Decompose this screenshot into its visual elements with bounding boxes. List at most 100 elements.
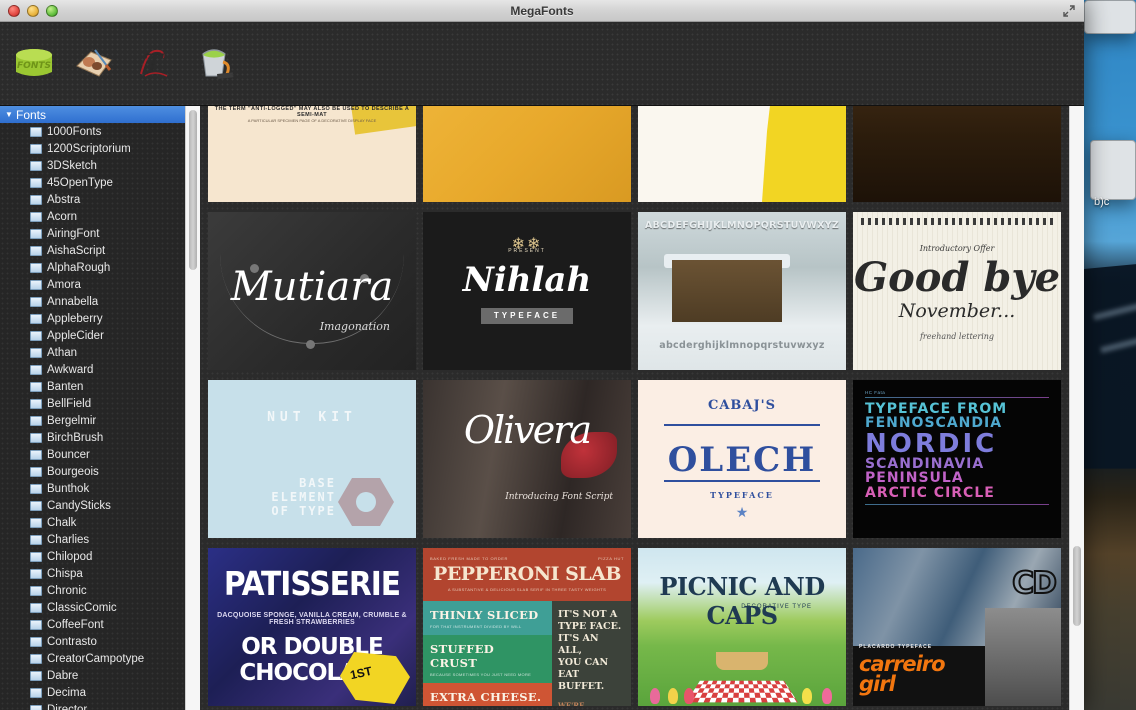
folder-icon xyxy=(30,177,42,188)
sidebar-item-bergelmir[interactable]: Bergelmir xyxy=(0,412,200,429)
sidebar-item-label: Acorn xyxy=(47,210,78,223)
sidebar-item-1200scriptorium[interactable]: 1200Scriptorium xyxy=(0,140,200,157)
sidebar-item-candysticks[interactable]: CandySticks xyxy=(0,497,200,514)
window-titlebar[interactable]: MegaFonts xyxy=(0,0,1084,22)
ornate-t-icon[interactable]: T xyxy=(132,42,176,86)
sidebar-item-1000fonts[interactable]: 1000Fonts xyxy=(0,123,200,140)
sidebar-item-appleberry[interactable]: Appleberry xyxy=(0,310,200,327)
sidebar-item-label: Appleberry xyxy=(47,312,103,325)
sidebar-item-label: Athan xyxy=(47,346,78,359)
font-preview-mutiara[interactable]: Mutiara Imagonation xyxy=(208,212,416,370)
sidebar-item-label: Bunthok xyxy=(47,482,90,495)
sidebar-item-decima[interactable]: Decima xyxy=(0,684,200,701)
content-scrollbar[interactable] xyxy=(1069,106,1084,710)
sidebar-item-aishascript[interactable]: AishaScript xyxy=(0,242,200,259)
sidebar-item-label: Decima xyxy=(47,686,86,699)
sidebar-item-chilopod[interactable]: Chilopod xyxy=(0,548,200,565)
decorative-cabin xyxy=(672,260,782,322)
font-preview-picnic[interactable]: PICNIC AND CAPS DECORATIVE TYPE xyxy=(638,548,846,706)
sidebar-item-chalk[interactable]: Chalk xyxy=(0,514,200,531)
sidebar-item-dabre[interactable]: Dabre xyxy=(0,667,200,684)
specimen-caption: A SUBSTANTIVE & DELICIOUS SLAB SERIF IN … xyxy=(447,587,607,592)
folder-icon xyxy=(30,466,42,477)
sidebar-item-chronic[interactable]: Chronic xyxy=(0,582,200,599)
sidebar-item-airingfont[interactable]: AiringFont xyxy=(0,225,200,242)
sidebar-item-label: 1200Scriptorium xyxy=(47,142,131,155)
specimen-caption: THE TERM "ANTI-LOGGED" MAY ALSO BE USED … xyxy=(214,106,410,118)
sidebar-scrollbar[interactable] xyxy=(185,106,200,710)
minimize-button[interactable] xyxy=(27,5,39,17)
decorative-tulip xyxy=(684,688,694,704)
specimen-side: IT'S NOT A TYPE FACE. IT'S AN ALL, YOU CAN … xyxy=(551,601,631,706)
sidebar-item-bouncer[interactable]: Bouncer xyxy=(0,446,200,463)
sidebar-item-coffeefont[interactable]: CoffeeFont xyxy=(0,616,200,633)
sidebar-item-charlies[interactable]: Charlies xyxy=(0,531,200,548)
font-preview-olech[interactable]: CABAJ'S OLECH TYPEFACE ★ xyxy=(638,380,846,538)
palette-hand-icon[interactable] xyxy=(72,42,116,86)
zoom-button[interactable] xyxy=(46,5,58,17)
folder-icon xyxy=(30,160,42,171)
sidebar-item-bunthok[interactable]: Bunthok xyxy=(0,480,200,497)
font-preview-honeybee[interactable]: honey bee font xyxy=(423,106,631,202)
sidebar-item-acorn[interactable]: Acorn xyxy=(0,208,200,225)
font-preview-patisserie[interactable]: PATISSERIE DACQUOISE SPONGE, VANILLA CRE… xyxy=(208,548,416,706)
folder-icon xyxy=(30,126,42,137)
sidebar-item-chispa[interactable]: Chispa xyxy=(0,565,200,582)
font-preview-carreiro[interactable]: CD PLACARDO TYPEFACE carreiro girl xyxy=(853,548,1061,706)
sidebar-item-banten[interactable]: Banten xyxy=(0,378,200,395)
sidebar-item-label: CoffeeFont xyxy=(47,618,104,631)
sidebar-item-abstra[interactable]: Abstra xyxy=(0,191,200,208)
sidebar-item-birchbrush[interactable]: BirchBrush xyxy=(0,429,200,446)
close-button[interactable] xyxy=(8,5,20,17)
sidebar-item-athan[interactable]: Athan xyxy=(0,344,200,361)
folder-icon xyxy=(30,500,42,511)
sidebar-item-creatorcampotype[interactable]: CreatorCampotype xyxy=(0,650,200,667)
sidebar-item-3dsketch[interactable]: 3DSketch xyxy=(0,157,200,174)
background-window-sheet xyxy=(1090,140,1136,200)
fonts-box-icon[interactable]: FONTS xyxy=(12,42,56,86)
sidebar-item-director[interactable]: Director xyxy=(0,701,200,710)
folder-icon xyxy=(30,347,42,358)
sidebar-item-45opentype[interactable]: 45OpenType xyxy=(0,174,200,191)
sidebar-item-applecider[interactable]: AppleCider xyxy=(0,327,200,344)
font-preview-olivera[interactable]: Olivera Introducing Font Script xyxy=(423,380,631,538)
chevron-down-icon[interactable]: ▼ xyxy=(4,110,14,119)
specimen-title: PEPPERONI SLAB xyxy=(433,563,621,585)
specimen-caption: Introducing Font Script xyxy=(505,492,613,502)
sidebar-scrollbar-thumb[interactable] xyxy=(189,110,197,270)
font-preview-goodbye[interactable]: Introductory Offer Good bye November... … xyxy=(853,212,1061,370)
font-preview-snow-alphabet[interactable]: ABCDEFGHIJKLMNOPQRSTUVWXYZ abcderghijklm… xyxy=(638,212,846,370)
sidebar-item-alpharough[interactable]: AlphaRough xyxy=(0,259,200,276)
specimen-side-kicker: WE'RENOT KIDDING xyxy=(557,701,585,706)
sidebar-item-classiccomic[interactable]: ClassicComic xyxy=(0,599,200,616)
decorative-tulip xyxy=(650,688,660,704)
folder-icon xyxy=(30,704,42,710)
fullscreen-icon[interactable] xyxy=(1062,4,1076,18)
sidebar-item-label: 3DSketch xyxy=(47,159,97,172)
folder-icon xyxy=(30,585,42,596)
font-preview-meteora[interactable]: METEORA THE TERM "ANTI-LOGGED" MAY ALSO … xyxy=(208,106,416,202)
font-preview-first[interactable]: FIRST xyxy=(638,106,846,202)
specimen-line: PENINSULA xyxy=(865,470,964,487)
folder-icon xyxy=(30,330,42,341)
font-preview-nihlah[interactable]: ❄❄ PRESENT Nihlah TYPEFACE xyxy=(423,212,631,370)
sidebar-item-bellfield[interactable]: BellField xyxy=(0,395,200,412)
sidebar-item-contrasto[interactable]: Contrasto xyxy=(0,633,200,650)
font-preview-nutkit[interactable]: NUT KIT BASE ELEMENT OF TYPE xyxy=(208,380,416,538)
sidebar-item-awkward[interactable]: Awkward xyxy=(0,361,200,378)
paint-bucket-icon[interactable] xyxy=(192,42,236,86)
font-preview-pepperoni[interactable]: BAKED FRESH MADE TO ORDER PIZZA HUT PEPPE… xyxy=(423,548,631,706)
sidebar-item-label: Annabella xyxy=(47,295,99,308)
sidebar-item-annabella[interactable]: Annabella xyxy=(0,293,200,310)
font-preview-grid-container[interactable]: METEORA THE TERM "ANTI-LOGGED" MAY ALSO … xyxy=(200,106,1084,710)
font-preview-nordic[interactable]: HC Fata TYPEFACE FROM FENNOSCANDIA NORDIC S… xyxy=(853,380,1061,538)
sidebar-item-fonts-root[interactable]: ▼ Fonts xyxy=(0,106,200,123)
specimen-subcaption: Introductory Offer xyxy=(919,244,995,253)
sidebar-item-amora[interactable]: Amora xyxy=(0,276,200,293)
sidebar-item-bourgeois[interactable]: Bourgeois xyxy=(0,463,200,480)
sidebar-item-label: CreatorCampotype xyxy=(47,652,145,665)
font-preview-wood[interactable] xyxy=(853,106,1061,202)
folder-icon xyxy=(30,432,42,443)
sidebar-item-label: Bergelmir xyxy=(47,414,97,427)
content-scrollbar-thumb[interactable] xyxy=(1073,546,1081,626)
